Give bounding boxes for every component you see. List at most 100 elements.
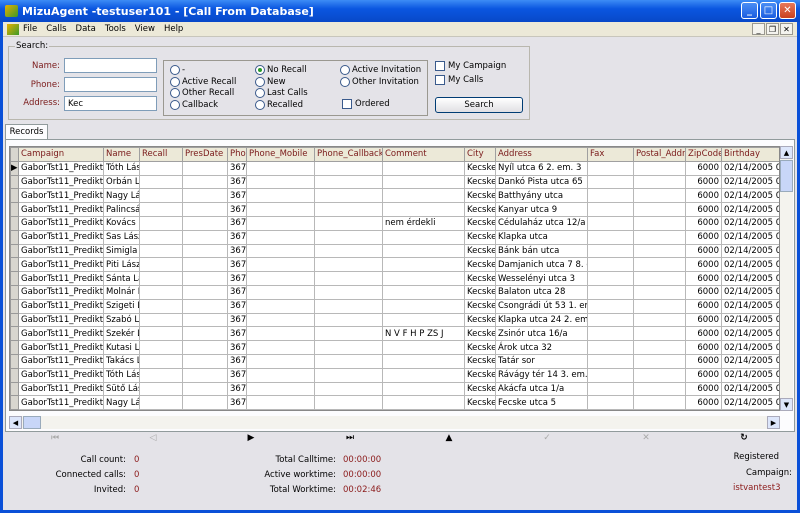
name-input[interactable] [64, 58, 157, 73]
table-cell[interactable]: Tatár sor [495, 353, 588, 369]
table-cell[interactable]: Klapka utca [495, 229, 588, 245]
table-cell[interactable]: Kecske [464, 215, 496, 231]
table-cell[interactable]: 02/14/2005 07: [721, 381, 779, 397]
table-cell[interactable] [139, 160, 183, 176]
table-cell[interactable]: GaborTst11_Prediktiv [18, 271, 104, 286]
table-row[interactable]: GaborTst11_PrediktivSzigeti Lá 3676 Kecske… [10, 298, 779, 314]
table-cell[interactable]: 3676 [227, 395, 247, 410]
table-cell[interactable] [633, 229, 686, 245]
table-cell[interactable] [314, 188, 383, 204]
table-row[interactable]: GaborTst11_PrediktivKovács L 3676 nem érde… [10, 215, 779, 231]
table-cell[interactable] [633, 367, 686, 383]
table-row[interactable]: GaborTst11_PrediktivSzabó Lá 3676 KecskeKl… [10, 312, 779, 328]
table-cell[interactable]: Kecske [464, 312, 496, 328]
table-cell[interactable] [382, 353, 465, 369]
table-cell[interactable] [587, 284, 634, 300]
my-calls-checkbox[interactable]: My Calls [435, 75, 483, 85]
row-indicator[interactable] [10, 340, 19, 355]
table-cell[interactable] [182, 271, 228, 286]
table-cell[interactable] [633, 188, 686, 204]
table-cell[interactable]: 3676 [227, 174, 247, 190]
column-header[interactable]: Name [103, 147, 140, 162]
table-row[interactable]: GaborTst11_PrediktivSzekér L 3676 N V F H … [10, 326, 779, 342]
menu-data[interactable]: Data [76, 24, 96, 34]
row-indicator[interactable] [10, 202, 19, 217]
column-header[interactable]: Address [495, 147, 588, 162]
table-cell[interactable]: 3676 [227, 257, 247, 273]
maximize-button[interactable]: □ [760, 2, 777, 19]
table-cell[interactable] [633, 271, 686, 286]
table-cell[interactable] [139, 215, 183, 231]
table-cell[interactable] [633, 160, 686, 176]
table-cell[interactable] [382, 312, 465, 328]
table-cell[interactable] [587, 298, 634, 314]
table-cell[interactable]: GaborTst11_Prediktiv [18, 298, 104, 314]
menu-tools[interactable]: Tools [105, 24, 126, 34]
menu-calls[interactable]: Calls [46, 24, 66, 34]
minimize-button[interactable]: _ [741, 2, 758, 19]
table-row[interactable]: GaborTst11_PrediktivNagy Lás 3676 KecskeBa… [10, 188, 779, 204]
table-cell[interactable]: GaborTst11_Prediktiv [18, 188, 104, 204]
table-cell[interactable] [587, 243, 634, 259]
table-cell[interactable] [246, 353, 315, 369]
table-cell[interactable]: Kutasi Lá [103, 340, 140, 355]
row-indicator[interactable] [10, 188, 19, 204]
table-cell[interactable]: 6000 [685, 229, 722, 245]
table-cell[interactable] [139, 202, 183, 217]
radio-option[interactable]: No Recall [255, 65, 307, 75]
tab-records[interactable]: Records [5, 124, 48, 139]
ordered-checkbox[interactable]: Ordered [342, 99, 390, 109]
table-cell[interactable]: GaborTst11_Prediktiv [18, 395, 104, 410]
scroll-up-button[interactable]: ▲ [780, 146, 793, 159]
table-cell[interactable]: 6000 [685, 367, 722, 383]
table-cell[interactable] [587, 367, 634, 383]
column-header[interactable]: Postal_Addre [633, 147, 686, 162]
table-cell[interactable] [314, 381, 383, 397]
table-cell[interactable] [182, 243, 228, 259]
menu-view[interactable]: View [135, 24, 155, 34]
table-cell[interactable] [382, 160, 465, 176]
table-cell[interactable]: 02/14/2005 07: [721, 326, 779, 342]
column-header[interactable]: Comment [382, 147, 465, 162]
table-cell[interactable] [139, 395, 183, 410]
table-cell[interactable]: 02/14/2005 07: [721, 298, 779, 314]
table-cell[interactable] [382, 243, 465, 259]
row-indicator[interactable] [10, 229, 19, 245]
table-cell[interactable]: 3676 [227, 215, 247, 231]
table-cell[interactable] [139, 284, 183, 300]
table-cell[interactable]: Sánta Lá [103, 271, 140, 286]
table-cell[interactable] [182, 353, 228, 369]
menu-file[interactable]: File [23, 24, 37, 34]
table-cell[interactable] [139, 298, 183, 314]
radio-option[interactable]: Other Invitation [340, 77, 419, 87]
table-cell[interactable] [246, 395, 315, 410]
records-grid[interactable]: CampaignNameRecallPresDatePhorPhone_Mobi… [9, 146, 780, 411]
row-indicator[interactable] [10, 215, 19, 231]
table-cell[interactable] [633, 215, 686, 231]
table-row[interactable]: GaborTst11_PrediktivPalincsár 3676 KecskeK… [10, 202, 779, 217]
table-cell[interactable] [314, 284, 383, 300]
address-input[interactable]: Kec [64, 96, 157, 111]
table-cell[interactable] [382, 229, 465, 245]
first-record-icon[interactable]: ⏮ [47, 433, 63, 443]
table-cell[interactable] [382, 340, 465, 355]
table-cell[interactable]: 3676 [227, 284, 247, 300]
table-cell[interactable] [139, 381, 183, 397]
horizontal-scroll-thumb[interactable] [23, 416, 41, 429]
table-row[interactable]: GaborTst11_PrediktivTóth Lás 3676 KecskeRá… [10, 367, 779, 383]
table-cell[interactable] [182, 174, 228, 190]
table-cell[interactable]: Bánk bán utca [495, 243, 588, 259]
scroll-left-button[interactable]: ◀ [9, 416, 22, 429]
table-cell[interactable]: Fecske utca 5 [495, 395, 588, 410]
table-cell[interactable] [314, 395, 383, 410]
table-cell[interactable] [182, 326, 228, 342]
mdi-minimize-button[interactable]: _ [752, 23, 765, 35]
table-cell[interactable] [633, 174, 686, 190]
table-cell[interactable] [587, 160, 634, 176]
post-check-icon[interactable]: ✓ [539, 433, 555, 443]
table-cell[interactable] [382, 367, 465, 383]
table-cell[interactable]: Kecske [464, 326, 496, 342]
table-cell[interactable]: Zsinór utca 16/a [495, 326, 588, 342]
mdi-close-button[interactable]: ✕ [780, 23, 793, 35]
table-cell[interactable]: 6000 [685, 298, 722, 314]
